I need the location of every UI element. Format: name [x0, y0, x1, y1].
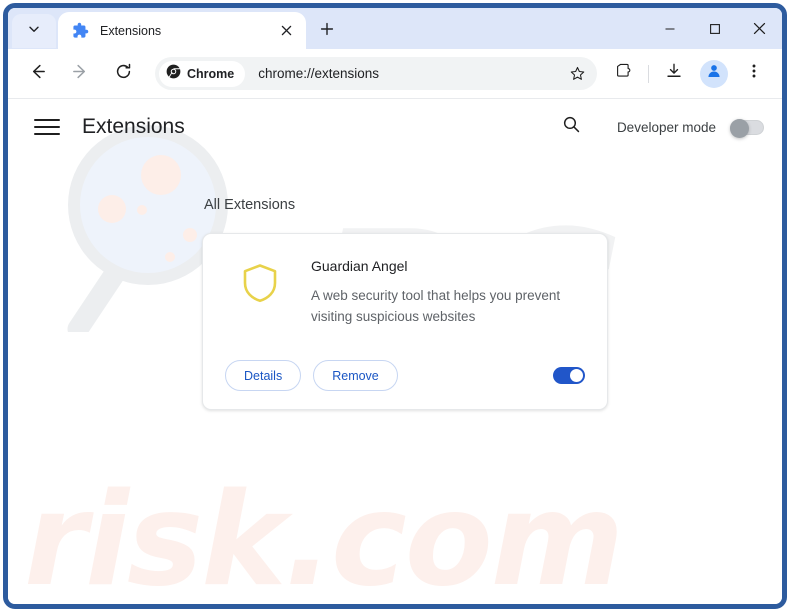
details-button[interactable]: Details — [225, 360, 302, 392]
extensions-puzzle-icon — [614, 62, 632, 85]
extensions-page: PC risk.com Extensions — [8, 99, 782, 609]
browser-toolbar: Chrome chrome://extensions — [8, 49, 782, 99]
extension-card-actions: Details Remove — [225, 360, 585, 392]
chrome-chip-label: Chrome — [187, 66, 235, 81]
address-bar[interactable]: Chrome chrome://extensions — [155, 57, 597, 90]
extension-card-header: Guardian Angel A web security tool that … — [225, 258, 585, 327]
extension-description: A web security tool that helps you preve… — [311, 288, 561, 324]
tab-strip: Extensions — [8, 8, 782, 49]
chevron-down-icon — [28, 22, 40, 40]
browser-menu-button[interactable] — [738, 58, 770, 90]
profile-avatar-icon — [705, 62, 723, 85]
toggle-knob — [570, 369, 583, 383]
extensions-header: Extensions Developer mode — [8, 99, 782, 155]
toolbar-divider — [648, 64, 649, 83]
forward-arrow-icon — [71, 62, 90, 86]
window-controls — [647, 8, 782, 49]
address-bar-url: chrome://extensions — [258, 66, 380, 81]
three-dot-menu-icon — [746, 63, 762, 84]
bookmark-star-icon[interactable] — [563, 60, 591, 88]
plus-icon — [320, 22, 334, 41]
extension-card: Guardian Angel A web security tool that … — [202, 233, 608, 411]
search-extensions-button[interactable] — [557, 112, 587, 142]
extension-info: Guardian Angel A web security tool that … — [311, 258, 585, 327]
hamburger-bar — [34, 119, 60, 121]
tab-title: Extensions — [100, 23, 162, 38]
developer-mode-toggle[interactable] — [730, 118, 764, 138]
profile-button[interactable] — [700, 59, 728, 88]
hamburger-bar — [34, 126, 60, 128]
hamburger-bar — [34, 133, 60, 135]
search-icon — [562, 115, 581, 139]
minimize-button[interactable] — [647, 8, 692, 49]
chrome-origin-chip[interactable]: Chrome — [159, 60, 246, 87]
developer-mode-label: Developer mode — [616, 119, 716, 135]
puzzle-piece-icon — [72, 22, 89, 39]
tab-close-button[interactable] — [276, 21, 296, 41]
downloads-button[interactable] — [658, 58, 690, 90]
section-label: All Extensions — [204, 197, 296, 213]
browser-window: Extensions Chrome chrome://extensions ri… — [3, 3, 787, 609]
download-icon — [665, 62, 683, 85]
maximize-button[interactable] — [692, 8, 737, 49]
chrome-logo-icon — [166, 64, 181, 84]
watermark-secondary-text: risk.com — [24, 466, 624, 609]
new-tab-button[interactable] — [312, 16, 342, 46]
yellow-shield-icon — [239, 262, 281, 304]
extension-enable-toggle[interactable] — [553, 367, 585, 385]
back-arrow-icon — [28, 62, 47, 86]
toggle-knob — [730, 118, 749, 138]
forward-button[interactable] — [64, 57, 97, 90]
tab-search-button[interactable] — [12, 14, 56, 48]
hamburger-menu-icon[interactable] — [34, 114, 60, 140]
extension-name: Guardian Angel — [311, 258, 408, 274]
reload-button[interactable] — [107, 57, 140, 90]
close-button[interactable] — [737, 8, 782, 49]
reload-icon — [114, 62, 133, 86]
tab-extensions[interactable]: Extensions — [58, 12, 306, 49]
extensions-button[interactable] — [607, 58, 639, 90]
page-title: Extensions — [82, 115, 185, 138]
remove-button[interactable]: Remove — [313, 360, 398, 392]
back-button[interactable] — [21, 57, 54, 90]
